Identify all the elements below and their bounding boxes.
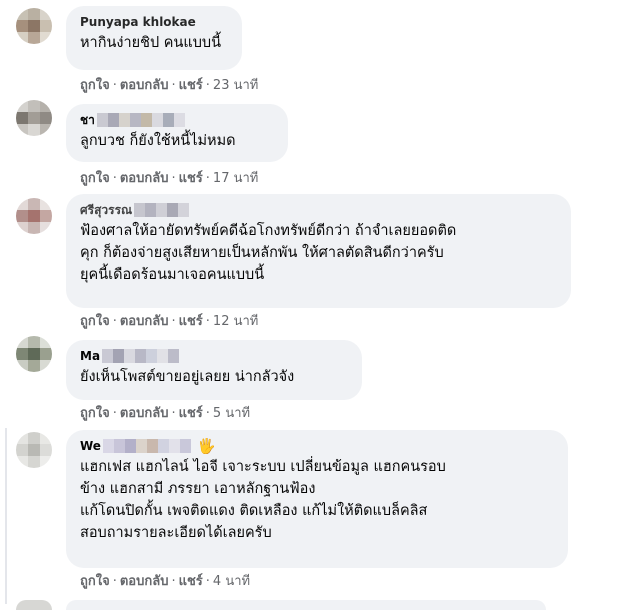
comment-bubble: We 🖐 แฮกเฟส แฮกไลน์ ไอจี เจาะระบบ เปลี่ย…: [66, 430, 568, 568]
separator: ·: [205, 78, 210, 93]
avatar[interactable]: [16, 336, 52, 372]
share-link[interactable]: แชร์: [179, 406, 203, 421]
like-link[interactable]: ถูกใจ: [80, 171, 110, 186]
comment-bubble: ชา ลูกบวช ก็ยังใช้หนี้ไม่หมด: [66, 104, 288, 162]
reply-link[interactable]: ตอบกลับ: [120, 78, 169, 93]
comment-text: ลูกบวช ก็ยังใช้หนี้ไม่หมด: [80, 133, 236, 149]
separator: ·: [171, 78, 176, 93]
comment-actions: ถูกใจ · ตอบกลับ · แชร์ · 23 นาที: [80, 77, 258, 95]
comment-actions: ถูกใจ · ตอบกลับ · แชร์ · 4 นาที: [80, 573, 250, 591]
comment-text: ฟ้องศาลให้อายัดทรัพย์คดีฉ้อโกงทรัพย์ดีกว…: [80, 223, 457, 283]
comment-bubble: Punyapa khlokae หากินง่ายชิป คนแบบนี้: [66, 6, 242, 70]
avatar[interactable]: [16, 198, 52, 234]
separator: ·: [112, 78, 117, 93]
like-link[interactable]: ถูกใจ: [80, 574, 110, 589]
thread-line: [5, 428, 7, 604]
timestamp[interactable]: 5 นาที: [213, 406, 250, 421]
waving-hand-icon: 🖐: [196, 438, 216, 454]
blurred-name: [96, 113, 185, 127]
like-link[interactable]: ถูกใจ: [80, 78, 110, 93]
timestamp[interactable]: 4 นาที: [213, 574, 250, 589]
reply-link[interactable]: ตอบกลับ: [120, 406, 169, 421]
timestamp[interactable]: 12 นาที: [213, 314, 258, 329]
comment-actions: ถูกใจ · ตอบกลับ · แชร์ · 17 นาที: [80, 170, 258, 188]
commenter-name[interactable]: Punyapa khlokae: [80, 14, 228, 30]
separator: ·: [112, 314, 117, 329]
separator: ·: [112, 406, 117, 421]
comment-text: หากินง่ายชิป คนแบบนี้: [80, 35, 222, 51]
comment-text: แฮกเฟส แฮกไลน์ ไอจี เจาะระบบ เปลี่ยนข้อม…: [80, 459, 446, 541]
timestamp[interactable]: 17 นาที: [213, 171, 258, 186]
comment-actions: ถูกใจ · ตอบกลับ · แชร์ · 5 นาที: [80, 405, 250, 423]
comment-bubble: Ma ยังเห็นโพสต์ขายอยู่เลยย น่ากลัวจัง: [66, 340, 362, 400]
timestamp[interactable]: 23 นาที: [213, 78, 258, 93]
commenter-name[interactable]: We 🖐: [80, 438, 554, 454]
separator: ·: [171, 171, 176, 186]
avatar[interactable]: [16, 100, 52, 136]
separator: ·: [112, 574, 117, 589]
blurred-name: [102, 439, 191, 453]
commenter-name[interactable]: ชา: [80, 112, 274, 128]
separator: ·: [171, 406, 176, 421]
next-comment-avatar[interactable]: [16, 600, 52, 610]
commenter-name[interactable]: Ma: [80, 348, 348, 364]
reply-link[interactable]: ตอบกลับ: [120, 314, 169, 329]
reply-link[interactable]: ตอบกลับ: [120, 574, 169, 589]
avatar[interactable]: [16, 8, 52, 44]
share-link[interactable]: แชร์: [179, 314, 203, 329]
share-link[interactable]: แชร์: [179, 171, 203, 186]
separator: ·: [171, 574, 176, 589]
share-link[interactable]: แชร์: [179, 78, 203, 93]
separator: ·: [112, 171, 117, 186]
comment-actions: ถูกใจ · ตอบกลับ · แชร์ · 12 นาที: [80, 313, 258, 331]
blurred-name: [134, 203, 190, 217]
share-link[interactable]: แชร์: [179, 574, 203, 589]
like-link[interactable]: ถูกใจ: [80, 314, 110, 329]
separator: ·: [205, 574, 210, 589]
comment-bubble: ศรีสุวรรณ ฟ้องศาลให้อายัดทรัพย์คดีฉ้อโกง…: [66, 194, 571, 308]
separator: ·: [205, 406, 210, 421]
separator: ·: [205, 314, 210, 329]
commenter-name[interactable]: ศรีสุวรรณ: [80, 202, 557, 218]
next-comment-bubble: [66, 600, 546, 610]
avatar[interactable]: [16, 432, 52, 468]
like-link[interactable]: ถูกใจ: [80, 406, 110, 421]
blurred-name: [102, 349, 180, 363]
comment-text: ยังเห็นโพสต์ขายอยู่เลยย น่ากลัวจัง: [80, 369, 295, 385]
separator: ·: [205, 171, 210, 186]
separator: ·: [171, 314, 176, 329]
reply-link[interactable]: ตอบกลับ: [120, 171, 169, 186]
